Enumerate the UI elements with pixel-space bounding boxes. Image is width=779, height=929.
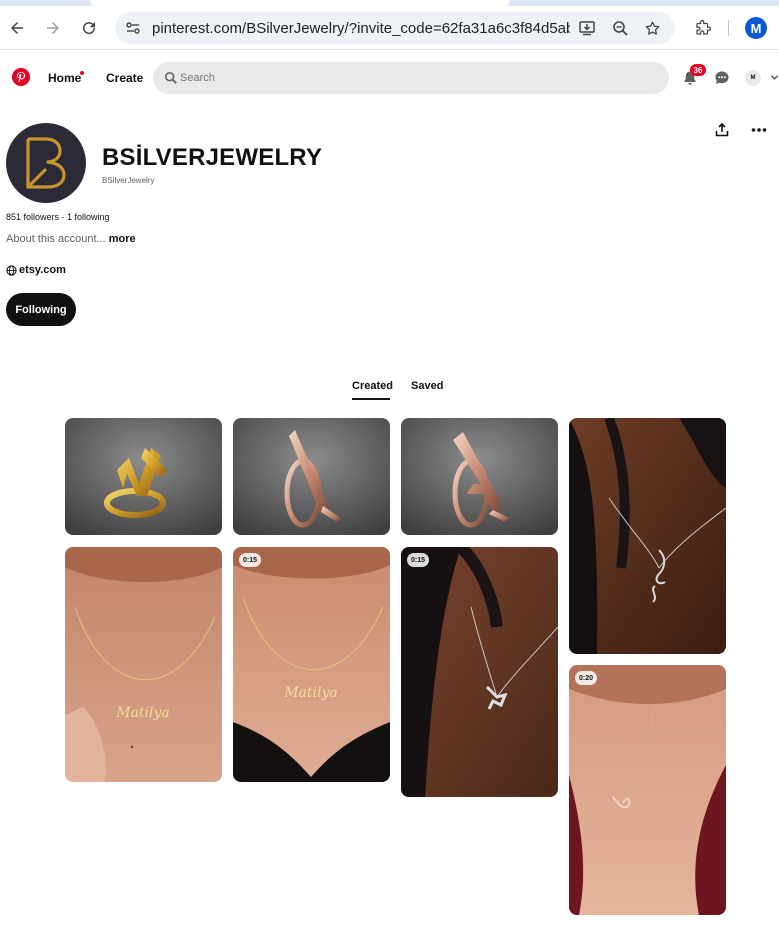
about-text: About this account... more [6, 233, 136, 245]
pin-pendant-necklace-video[interactable]: 0:15 [401, 547, 558, 797]
video-duration-badge: 0:20 [575, 671, 598, 685]
necklace-image: Matilya [233, 547, 390, 782]
svg-text:Matilya: Matilya [115, 705, 170, 721]
pin-name-necklace-video[interactable]: Matilya 0:15 [233, 547, 390, 782]
necklace-image [401, 547, 558, 797]
tab-saved[interactable]: Saved [411, 380, 443, 392]
home-unread-dot [80, 71, 84, 75]
pin-rose-letter-ring-a[interactable] [401, 418, 558, 535]
zoom-icon[interactable] [610, 18, 630, 38]
reload-icon[interactable] [75, 14, 103, 42]
messages-icon[interactable] [713, 69, 731, 87]
toolbar-separator [728, 20, 729, 36]
install-app-icon[interactable] [577, 18, 597, 38]
search-icon [164, 71, 177, 84]
necklace-image [569, 418, 726, 654]
pin-gold-letter-ring[interactable] [65, 418, 222, 535]
pin-rose-letter-ring-i[interactable] [233, 418, 390, 535]
more-options-icon[interactable] [750, 121, 768, 139]
profile-avatar [6, 123, 86, 203]
forward-arrow-icon[interactable] [39, 14, 67, 42]
ring-image [65, 418, 222, 535]
site-info-icon[interactable] [123, 18, 143, 38]
following-button[interactable]: Following [6, 293, 76, 326]
video-duration-badge: 0:15 [407, 553, 430, 567]
video-duration-badge: 0:15 [239, 553, 262, 567]
ring-image [401, 418, 558, 535]
pin-name-necklace-rose-video[interactable]: 0:20 [569, 665, 726, 915]
nav-create-link[interactable]: Create [106, 71, 143, 85]
profile-handle: BSilverJewelry [102, 176, 155, 185]
necklace-image [569, 665, 726, 915]
notifications-count-badge: 36 [690, 64, 706, 76]
browser-toolbar: pinterest.com/BSilverJewelry/?invite_cod… [0, 6, 779, 50]
ring-image [233, 418, 390, 535]
back-arrow-icon[interactable] [3, 14, 31, 42]
pin-necklace-dark-skin[interactable] [569, 418, 726, 654]
nav-home-link[interactable]: Home [48, 71, 81, 85]
address-bar[interactable]: pinterest.com/BSilverJewelry/?invite_cod… [115, 12, 675, 44]
bookmark-star-icon[interactable] [642, 18, 662, 38]
user-avatar[interactable]: M [745, 70, 761, 86]
browser-profile-avatar[interactable]: M [745, 17, 767, 39]
svg-text:Matilya: Matilya [283, 685, 338, 701]
share-icon[interactable] [713, 121, 731, 139]
chevron-down-icon[interactable] [770, 73, 779, 82]
globe-icon [6, 264, 17, 276]
active-tab-indicator [352, 398, 390, 400]
about-more-link[interactable]: more [109, 233, 136, 245]
website-text[interactable]: etsy.com [19, 264, 66, 276]
necklace-image: Matilya [65, 547, 222, 782]
about-snippet: About this account... [6, 233, 106, 245]
url-text[interactable]: pinterest.com/BSilverJewelry/?invite_cod… [152, 20, 570, 37]
search-input[interactable] [180, 68, 650, 88]
brand-logo-icon [26, 137, 66, 189]
pinterest-header: Home Create 36 M [0, 51, 779, 105]
follow-stats[interactable]: 851 followers · 1 following [6, 212, 110, 222]
pinterest-logo-icon[interactable] [12, 68, 30, 86]
tab-created[interactable]: Created [352, 380, 393, 392]
pin-name-necklace-gold[interactable]: Matilya [65, 547, 222, 782]
search-bar[interactable] [153, 62, 669, 94]
profile-name: BSİLVERJEWELRY [102, 144, 323, 171]
website-link[interactable]: etsy.com [6, 263, 66, 277]
extensions-icon[interactable] [692, 17, 714, 39]
